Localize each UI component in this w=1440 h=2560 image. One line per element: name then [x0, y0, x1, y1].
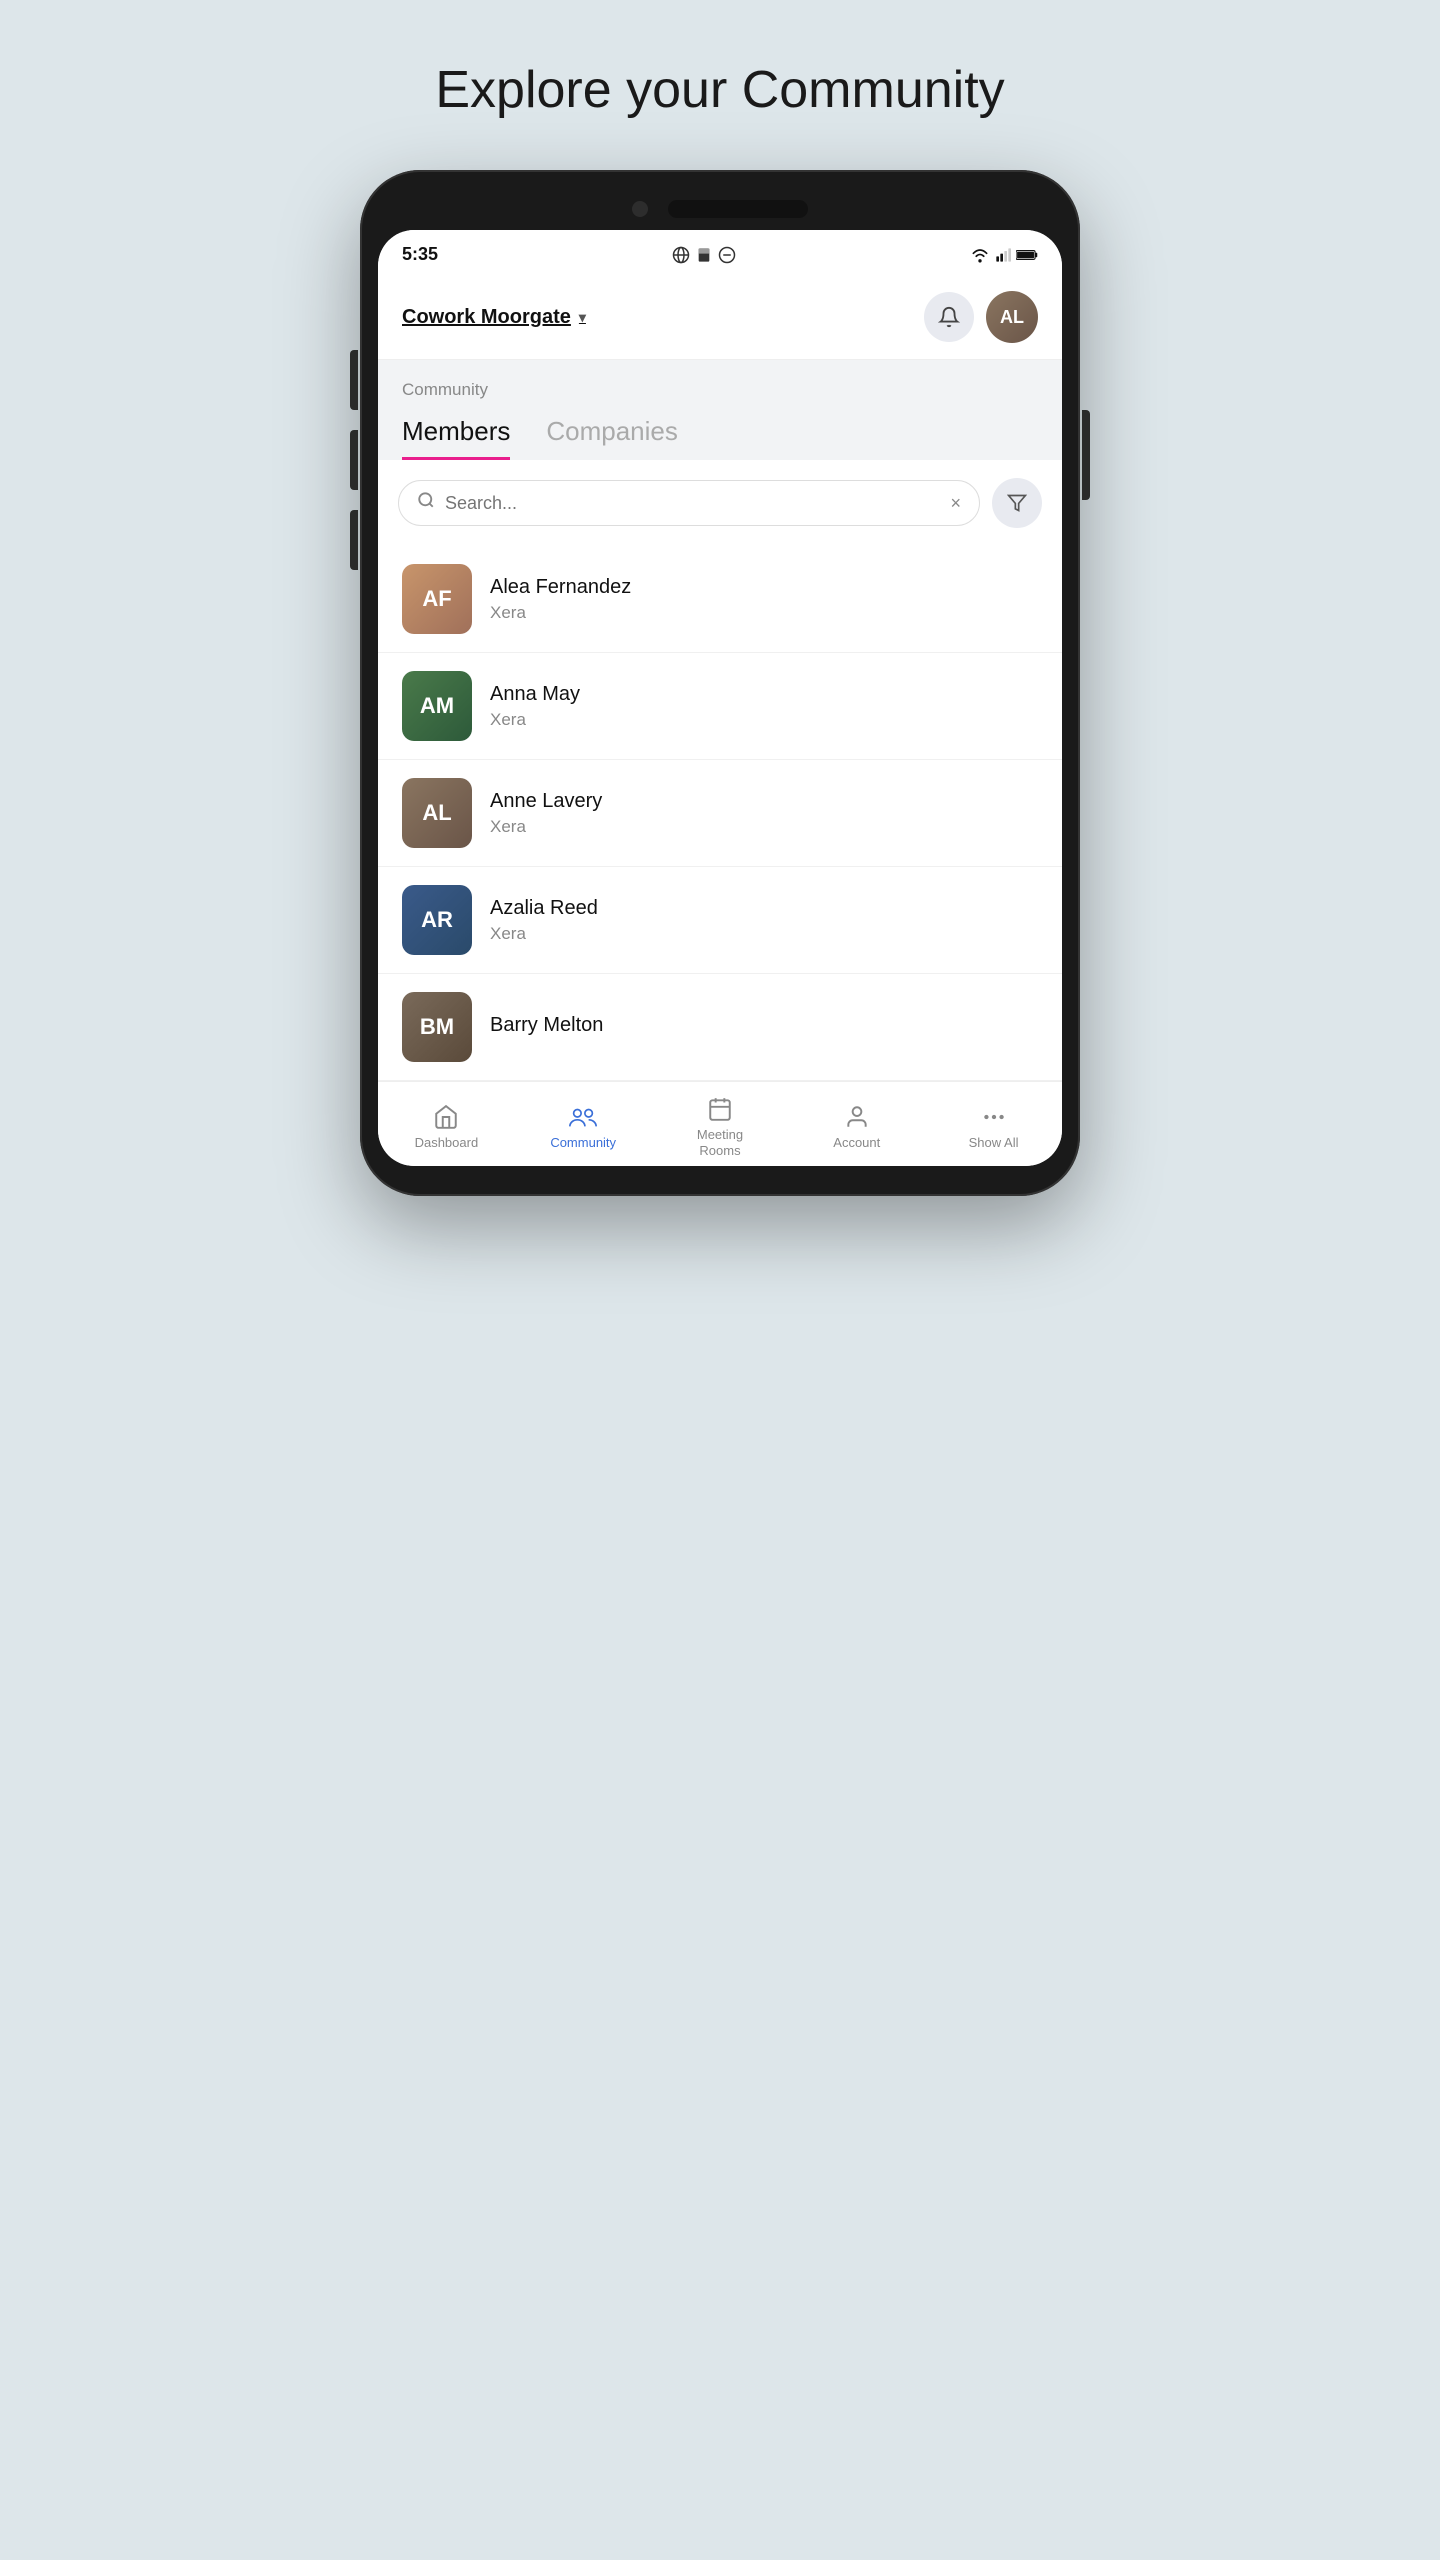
calendar-icon: [707, 1096, 733, 1122]
signal-icon: [995, 247, 1011, 263]
nav-meeting-rooms-label: MeetingRooms: [697, 1127, 743, 1158]
filter-button[interactable]: [992, 478, 1042, 528]
signal-area: [970, 247, 1038, 263]
tabs-row: Members Companies: [402, 416, 1038, 460]
member-name: Anne Lavery: [490, 790, 1038, 813]
avatar-image: AM: [402, 671, 472, 741]
nav-account-label: Account: [833, 1135, 880, 1151]
member-avatar: AM: [402, 671, 472, 741]
status-left-icons: [672, 246, 736, 264]
bottom-nav: Dashboard Community MeetingRoo: [378, 1081, 1062, 1166]
person-icon: [844, 1104, 870, 1130]
phone-screen: 5:35: [378, 230, 1062, 1166]
avatar-image: AR: [402, 885, 472, 955]
workspace-selector[interactable]: Cowork Moorgate ▾: [402, 306, 586, 329]
member-name: Anna May: [490, 683, 1038, 706]
nodisturb-icon: [718, 246, 736, 264]
member-company: Xera: [490, 924, 1038, 944]
speaker-grille: [668, 200, 808, 218]
avatar-image: AL: [986, 291, 1038, 343]
community-section: Community Members Companies: [378, 360, 1062, 460]
avatar-image: AF: [402, 564, 472, 634]
nav-community[interactable]: Community: [543, 1104, 623, 1151]
page-title: Explore your Community: [435, 60, 1004, 120]
nav-meeting-rooms[interactable]: MeetingRooms: [680, 1096, 760, 1158]
status-time: 5:35: [402, 244, 438, 265]
header-actions: AL: [924, 291, 1038, 343]
nav-dashboard[interactable]: Dashboard: [406, 1104, 486, 1151]
nav-dashboard-label: Dashboard: [415, 1135, 479, 1151]
user-avatar[interactable]: AL: [986, 291, 1038, 343]
nav-show-all-label: Show All: [969, 1135, 1019, 1151]
list-item[interactable]: AF Alea Fernandez Xera: [378, 546, 1062, 653]
filter-icon: [1007, 493, 1027, 513]
nav-account[interactable]: Account: [817, 1104, 897, 1151]
section-label: Community: [402, 380, 1038, 400]
tab-companies[interactable]: Companies: [546, 416, 678, 460]
member-info: Anne Lavery Xera: [490, 790, 1038, 837]
member-name: Azalia Reed: [490, 897, 1038, 920]
member-info: Anna May Xera: [490, 683, 1038, 730]
list-item[interactable]: AL Anne Lavery Xera: [378, 760, 1062, 867]
member-name: Alea Fernandez: [490, 576, 1038, 599]
tab-members[interactable]: Members: [402, 416, 510, 460]
workspace-name: Cowork Moorgate: [402, 306, 571, 329]
member-info: Alea Fernandez Xera: [490, 576, 1038, 623]
member-avatar: AF: [402, 564, 472, 634]
notifications-button[interactable]: [924, 292, 974, 342]
globe-icon: [672, 246, 690, 264]
member-avatar: BM: [402, 992, 472, 1062]
nav-show-all[interactable]: Show All: [954, 1104, 1034, 1151]
home-icon: [433, 1104, 459, 1130]
list-item[interactable]: AR Azalia Reed Xera: [378, 867, 1062, 974]
search-icon: [417, 491, 435, 515]
list-item[interactable]: AM Anna May Xera: [378, 653, 1062, 760]
dots-icon: [981, 1104, 1007, 1130]
camera-dot: [632, 201, 648, 217]
search-row: ×: [378, 460, 1062, 546]
member-info: Azalia Reed Xera: [490, 897, 1038, 944]
list-item[interactable]: BM Barry Melton: [378, 974, 1062, 1081]
bell-icon: [938, 306, 960, 328]
avatar-image: AL: [402, 778, 472, 848]
member-avatar: AR: [402, 885, 472, 955]
community-icon: [568, 1104, 598, 1130]
member-name: Barry Melton: [490, 1014, 1038, 1037]
sdcard-icon: [696, 246, 712, 264]
member-info: Barry Melton: [490, 1014, 1038, 1041]
member-company: Xera: [490, 817, 1038, 837]
search-input[interactable]: [445, 493, 940, 514]
status-bar: 5:35: [378, 230, 1062, 275]
app-header: Cowork Moorgate ▾ AL: [378, 275, 1062, 360]
phone-top-bar: [378, 200, 1062, 218]
search-wrapper: ×: [398, 480, 980, 526]
member-company: Xera: [490, 603, 1038, 623]
nav-community-label: Community: [550, 1135, 616, 1151]
avatar-image: BM: [402, 992, 472, 1062]
member-company: Xera: [490, 710, 1038, 730]
phone-shell: 5:35: [360, 170, 1080, 1196]
member-avatar: AL: [402, 778, 472, 848]
members-list: AF Alea Fernandez Xera AM Anna May Xera: [378, 546, 1062, 1081]
wifi-icon: [970, 247, 990, 263]
battery-icon: [1016, 248, 1038, 262]
clear-search-button[interactable]: ×: [950, 493, 961, 514]
chevron-down-icon: ▾: [579, 309, 586, 326]
